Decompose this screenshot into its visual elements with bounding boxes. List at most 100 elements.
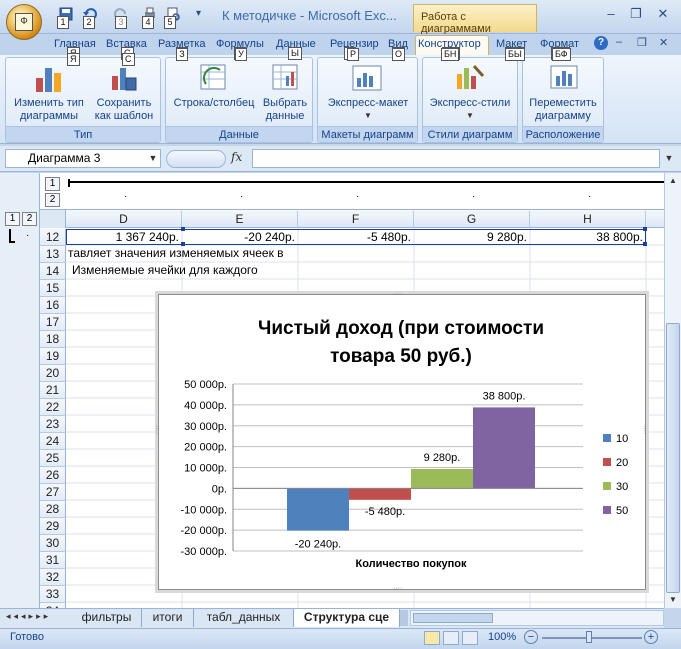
switch-row-column-button[interactable]: Строка/столбец [170, 97, 258, 110]
outline-dot: · [240, 191, 244, 202]
outline-row-level-2[interactable]: 2 [22, 212, 37, 226]
row-header[interactable]: 28 [40, 501, 66, 518]
row-header[interactable]: 13 [40, 246, 66, 263]
row-header[interactable]: 33 [40, 586, 66, 603]
office-button[interactable]: Ф [6, 4, 42, 40]
sheet-tab-filters[interactable]: фильтры [72, 609, 142, 627]
hscroll-split-handle[interactable] [400, 610, 408, 626]
row-header[interactable]: 29 [40, 518, 66, 535]
page-layout-view-icon[interactable] [443, 631, 459, 645]
legend-entry[interactable]: 20 [616, 457, 628, 469]
row-header[interactable]: 12 [40, 229, 66, 246]
express-layout-button[interactable]: Экспресс-макет [320, 97, 416, 110]
col-header-f[interactable]: F [298, 211, 414, 228]
page-break-view-icon[interactable] [462, 631, 478, 645]
row-header[interactable]: 17 [40, 314, 66, 331]
sheet-tab-scenario-structure[interactable]: Структура сце [294, 609, 400, 627]
cell-f12[interactable]: -5 480р. [298, 229, 411, 245]
legend-entry[interactable]: 30 [616, 481, 628, 493]
col-header-d[interactable]: D [66, 211, 182, 228]
legend-entry[interactable]: 50 [616, 505, 628, 517]
row-header[interactable]: 16 [40, 297, 66, 314]
y-tick-label: 0р. [212, 483, 227, 495]
zoom-slider[interactable] [542, 637, 642, 639]
formula-input[interactable] [252, 149, 660, 168]
express-styles-button[interactable]: Экспресс-стили [424, 97, 516, 110]
ribbon-minimize-icon[interactable]: – [616, 36, 622, 48]
range-handle[interactable] [181, 227, 185, 231]
cell-e12[interactable]: -20 240р. [182, 229, 295, 245]
zoom-slider-thumb[interactable] [586, 631, 592, 643]
outline-row-level-1[interactable]: 1 [5, 212, 20, 226]
bar-series-20[interactable] [349, 488, 411, 500]
sheet-tab-totals[interactable]: итоги [142, 609, 194, 627]
row-header[interactable]: 30 [40, 535, 66, 552]
help-icon[interactable]: ? [594, 36, 608, 50]
row-header[interactable]: 24 [40, 433, 66, 450]
col-header-h[interactable]: H [530, 211, 646, 228]
change-chart-type-button[interactable]: Изменить тип диаграммы [10, 97, 88, 123]
outline-row-bracket[interactable] [9, 229, 15, 243]
minimize-icon[interactable]: – [600, 4, 622, 24]
vertical-scrollbar[interactable]: ▲ ▼ [664, 173, 681, 608]
cell-d12[interactable]: 1 367 240р. [66, 229, 179, 245]
sheet-nav-icon[interactable]: ◂◂◂▸▸▸ [6, 611, 51, 622]
bar-series-10[interactable] [287, 488, 349, 531]
scroll-down-icon[interactable]: ▼ [666, 593, 680, 607]
name-box-dropdown-icon[interactable]: ▼ [146, 149, 160, 168]
save-as-template-button[interactable]: Сохранить как шаблон [90, 97, 158, 123]
scroll-thumb[interactable] [666, 323, 680, 593]
row-header[interactable]: 25 [40, 450, 66, 467]
row-header[interactable]: 20 [40, 365, 66, 382]
row-header[interactable]: 19 [40, 348, 66, 365]
select-data-button[interactable]: Выбрать данные [258, 97, 312, 123]
insert-function-button[interactable]: fx [231, 150, 249, 168]
range-handle[interactable] [643, 227, 647, 231]
horizontal-scrollbar[interactable] [410, 610, 664, 626]
legend-entry[interactable]: 10 [616, 433, 628, 445]
row-header[interactable]: 32 [40, 569, 66, 586]
y-tick-label: 10 000р. [184, 463, 227, 475]
move-chart-button[interactable]: Переместить диаграмму [524, 97, 602, 123]
row-header[interactable]: 21 [40, 382, 66, 399]
customize-qat-icon[interactable]: ▾ [196, 8, 201, 19]
zoom-out-icon[interactable]: − [524, 630, 538, 644]
row-header[interactable]: 15 [40, 280, 66, 297]
restore-icon[interactable]: ❐ [625, 4, 647, 24]
change-chart-type-icon [36, 68, 61, 92]
cell-d14[interactable]: Изменяемые ячейки для каждого [72, 262, 258, 279]
scroll-up-icon[interactable]: ▲ [666, 174, 680, 188]
col-header-e[interactable]: E [182, 211, 298, 228]
row-header[interactable]: 31 [40, 552, 66, 569]
name-box[interactable]: Диаграмма 3 [5, 149, 161, 168]
range-handle[interactable] [643, 242, 647, 246]
row-header[interactable]: 22 [40, 399, 66, 416]
zoom-in-icon[interactable]: + [644, 630, 658, 644]
bar-series-50[interactable] [473, 407, 535, 489]
formula-bar-splitter[interactable] [166, 150, 226, 168]
row-header[interactable]: 23 [40, 416, 66, 433]
ribbon-restore-icon[interactable]: ❐ [637, 36, 647, 49]
select-all-corner[interactable] [40, 210, 66, 228]
cell-h12[interactable]: 38 800р. [530, 229, 643, 245]
ribbon-close-icon[interactable]: ✕ [659, 36, 668, 49]
outline-col-level-1[interactable]: 1 [45, 177, 60, 191]
normal-view-icon[interactable] [424, 631, 440, 645]
sheet-tab-data-table[interactable]: табл_данных [194, 609, 294, 627]
col-header-g[interactable]: G [414, 211, 530, 228]
row-header[interactable]: 27 [40, 484, 66, 501]
qat-keytip-2: 2 [83, 16, 95, 29]
row-header[interactable]: 18 [40, 331, 66, 348]
bar-series-30[interactable] [411, 469, 473, 489]
chart-object[interactable]: ···· ···· ···· ···· Чистый доход (при ст… [153, 291, 648, 592]
cell-g12[interactable]: 9 280р. [414, 229, 527, 245]
hscroll-thumb[interactable] [413, 613, 493, 623]
row-header[interactable]: 14 [40, 263, 66, 280]
outline-dot: · [588, 191, 592, 202]
zoom-level[interactable]: 100% [488, 631, 516, 643]
outline-col-level-2[interactable]: 2 [45, 193, 60, 207]
row-header[interactable]: 26 [40, 467, 66, 484]
cell-d13[interactable]: тавляет значения изменяемых ячеек в [68, 245, 284, 262]
expand-formula-bar-icon[interactable]: ▼ [662, 149, 676, 168]
close-icon[interactable]: ✕ [652, 4, 674, 24]
